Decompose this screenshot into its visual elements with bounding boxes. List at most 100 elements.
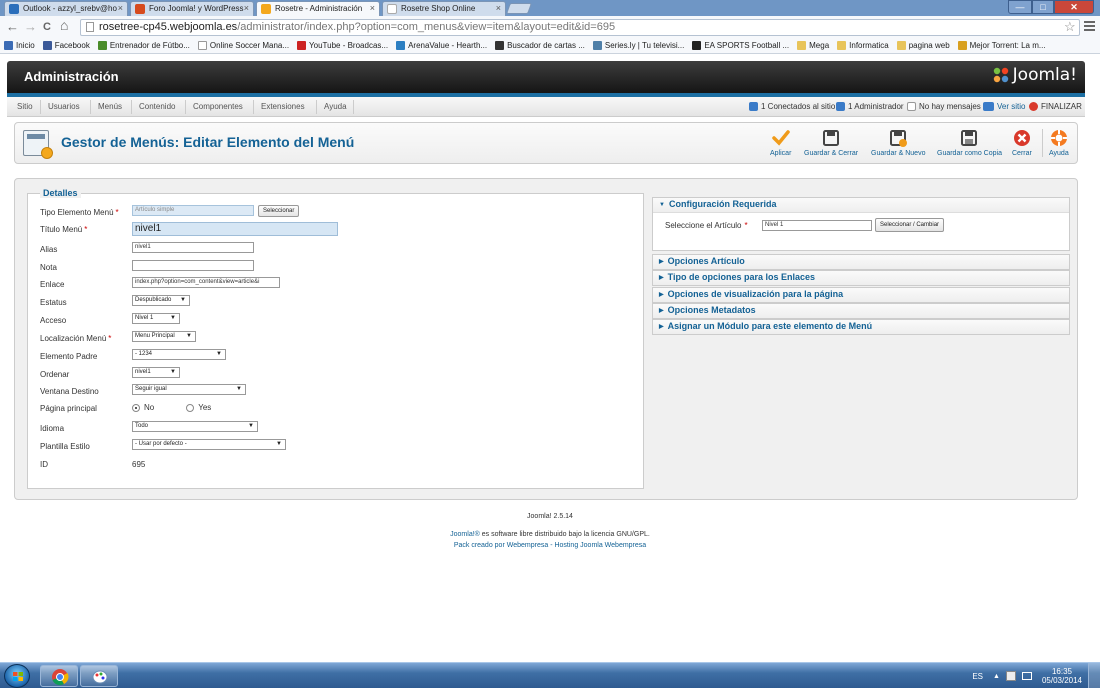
- menu-sitio[interactable]: Sitio: [17, 102, 33, 111]
- start-button[interactable]: [4, 664, 30, 688]
- menu-ayuda[interactable]: Ayuda: [324, 102, 347, 111]
- bookmark-star-icon[interactable]: ☆: [1064, 19, 1076, 35]
- taskbar-chrome[interactable]: [40, 665, 78, 687]
- tab-close-icon[interactable]: ×: [244, 3, 249, 13]
- minimize-button[interactable]: —: [1008, 0, 1032, 14]
- back-arrow-icon[interactable]: ←: [6, 20, 19, 33]
- bookmark-item[interactable]: YouTube - Broadcas...: [297, 41, 388, 50]
- status-messages-text: No hay mensajes: [919, 102, 981, 111]
- panel-article-options[interactable]: ▶ Opciones Artículo: [652, 254, 1070, 270]
- show-desktop-button[interactable]: [1088, 663, 1100, 688]
- home-no-radio[interactable]: [132, 403, 140, 412]
- tab-close-icon[interactable]: ×: [118, 3, 123, 13]
- bookmark-item[interactable]: Series.ly | Tu televisi...: [592, 41, 684, 50]
- tab-rosetre-admin[interactable]: Rosetre - Administración ×: [256, 1, 380, 17]
- required-mark: *: [108, 334, 112, 343]
- tray-expand-icon[interactable]: ▲: [993, 673, 1000, 680]
- menu-usuarios[interactable]: Usuarios: [48, 102, 80, 111]
- link-input[interactable]: index.php?option=com_content&view=articl…: [132, 277, 280, 288]
- menu-componentes[interactable]: Componentes: [193, 102, 243, 111]
- bookmark-item[interactable]: ArenaValue - Hearth...: [396, 41, 487, 50]
- menu-location-select[interactable]: Menu Principal: [132, 331, 196, 342]
- bookmark-folder[interactable]: Informatica: [837, 41, 889, 50]
- forward-arrow-icon[interactable]: →: [24, 20, 37, 33]
- bookmark-item[interactable]: Entrenador de Fútbo...: [97, 41, 190, 50]
- tab-foro-joomla[interactable]: Foro Joomla! y WordPress ×: [130, 1, 254, 16]
- tab-outlook[interactable]: Outlook - azzyl_srebv@ho ×: [4, 1, 128, 16]
- bookmark-item[interactable]: Online Soccer Mana...: [197, 41, 289, 50]
- panel-metadata-options[interactable]: ▶ Opciones Metadatos: [652, 303, 1070, 319]
- select-type-button[interactable]: Seleccionar: [258, 205, 300, 217]
- status-label: Estatus: [40, 298, 67, 307]
- article-field: Nivel 1: [762, 220, 872, 231]
- bookmark-item[interactable]: Facebook: [42, 41, 90, 50]
- home-icon[interactable]: ⌂: [60, 18, 68, 32]
- form-row-menu-title: Título Menú * nivel1: [28, 222, 643, 238]
- home-no-label: No: [144, 403, 155, 412]
- maximize-button[interactable]: □: [1032, 0, 1054, 14]
- alias-input[interactable]: nivel1: [132, 242, 254, 253]
- hosting-link[interactable]: Hosting Joomla Webempresa: [554, 542, 646, 549]
- bookmark-item[interactable]: Mejor Torrent: La m...: [957, 41, 1046, 50]
- save-copy-button[interactable]: Guardar como Copia: [937, 129, 1002, 157]
- panel-required-title: Configuración Requerida: [668, 199, 777, 209]
- help-button[interactable]: Ayuda: [1042, 129, 1069, 157]
- bookmark-folder[interactable]: Mega: [797, 41, 829, 50]
- apply-button[interactable]: Aplicar: [770, 129, 791, 157]
- bookmark-folder[interactable]: pagina web: [896, 41, 950, 50]
- chrome-menu-icon[interactable]: [1084, 21, 1095, 33]
- tab-close-icon[interactable]: ×: [370, 3, 375, 13]
- menu-extensiones[interactable]: Extensiones: [261, 102, 305, 111]
- bookmarks-bar: Inicio Facebook Entrenador de Fútbo... O…: [0, 38, 1100, 54]
- form-row-link: Enlace index.php?option=com_content&view…: [28, 277, 643, 293]
- ordering-select[interactable]: nivel1: [132, 367, 180, 378]
- panel-link-type-options[interactable]: ▶ Tipo de opciones para los Enlaces: [652, 270, 1070, 286]
- joomla-link[interactable]: Joomla!®: [450, 531, 480, 538]
- close-window-button[interactable]: ✕: [1054, 0, 1094, 14]
- webempresa-link[interactable]: Webempresa: [507, 542, 549, 549]
- bookmark-item[interactable]: Inicio: [4, 41, 35, 50]
- access-select[interactable]: Nivel 1: [132, 313, 180, 324]
- home-yes-radio[interactable]: [186, 403, 195, 412]
- parent-select[interactable]: - 1234: [132, 349, 226, 360]
- flag-icon[interactable]: [1005, 671, 1016, 681]
- tab-rosetre-shop[interactable]: Rosetre Shop Online ×: [382, 1, 506, 16]
- new-tab-button[interactable]: [505, 3, 533, 14]
- network-icon[interactable]: [1021, 672, 1032, 680]
- menu-title-input[interactable]: nivel1: [132, 222, 338, 236]
- template-style-select[interactable]: - Usar por defecto -: [132, 439, 286, 450]
- status-select[interactable]: Despublicado: [132, 295, 190, 306]
- logout-link[interactable]: FINALIZAR: [1029, 102, 1082, 111]
- tab-close-icon[interactable]: ×: [496, 3, 501, 13]
- youtube-icon: [297, 41, 307, 50]
- note-input[interactable]: [132, 260, 254, 271]
- facebook-icon: [42, 41, 52, 50]
- home-label: Página principal: [40, 404, 97, 413]
- language-indicator[interactable]: ES: [972, 672, 983, 681]
- view-site-link[interactable]: Ver sitio: [983, 102, 1025, 111]
- bookmark-item[interactable]: Buscador de cartas ...: [495, 41, 585, 50]
- select-change-article-button[interactable]: Seleccionar / Cambiar: [875, 218, 945, 232]
- reload-icon[interactable]: C: [43, 21, 51, 34]
- panel-required-header[interactable]: ▼ Configuración Requerida: [653, 198, 1069, 212]
- taskbar-app[interactable]: [80, 665, 118, 687]
- panel-page-display-options[interactable]: ▶ Opciones de visualización para la págin…: [652, 287, 1070, 303]
- menu-menus[interactable]: Menús: [98, 102, 122, 111]
- close-button[interactable]: Cerrar: [1012, 129, 1032, 157]
- menu-contenido[interactable]: Contenido: [139, 102, 175, 111]
- save-close-button[interactable]: Guardar & Cerrar: [804, 129, 858, 157]
- joomla-logo[interactable]: Joomla!: [992, 65, 1077, 85]
- bookmark-item[interactable]: EA SPORTS Football ...: [692, 41, 789, 50]
- panel-module-assignment[interactable]: ▶ Asignar un Módulo para este elemento de…: [652, 319, 1070, 335]
- language-select[interactable]: Todo: [132, 421, 258, 432]
- status-connected-text: 1 Conectados al sitio: [761, 102, 836, 111]
- url-input[interactable]: rosetree-cp45.webjoomla.es/administrator…: [80, 19, 1080, 36]
- status-admins-text: 1 Administrador: [848, 102, 904, 111]
- clock[interactable]: 16:35 05/03/2014: [1042, 667, 1082, 685]
- target-window-select[interactable]: Seguir igual: [132, 384, 246, 395]
- admin-user-icon: [836, 102, 845, 111]
- menu-item-type-label: Tipo Elemento Menú: [40, 208, 114, 217]
- save-new-button[interactable]: Guardar & Nuevo: [871, 129, 925, 157]
- system-tray: ES ▲ 16:35 05/03/2014: [972, 663, 1100, 688]
- status-messages[interactable]: No hay mensajes: [907, 102, 981, 111]
